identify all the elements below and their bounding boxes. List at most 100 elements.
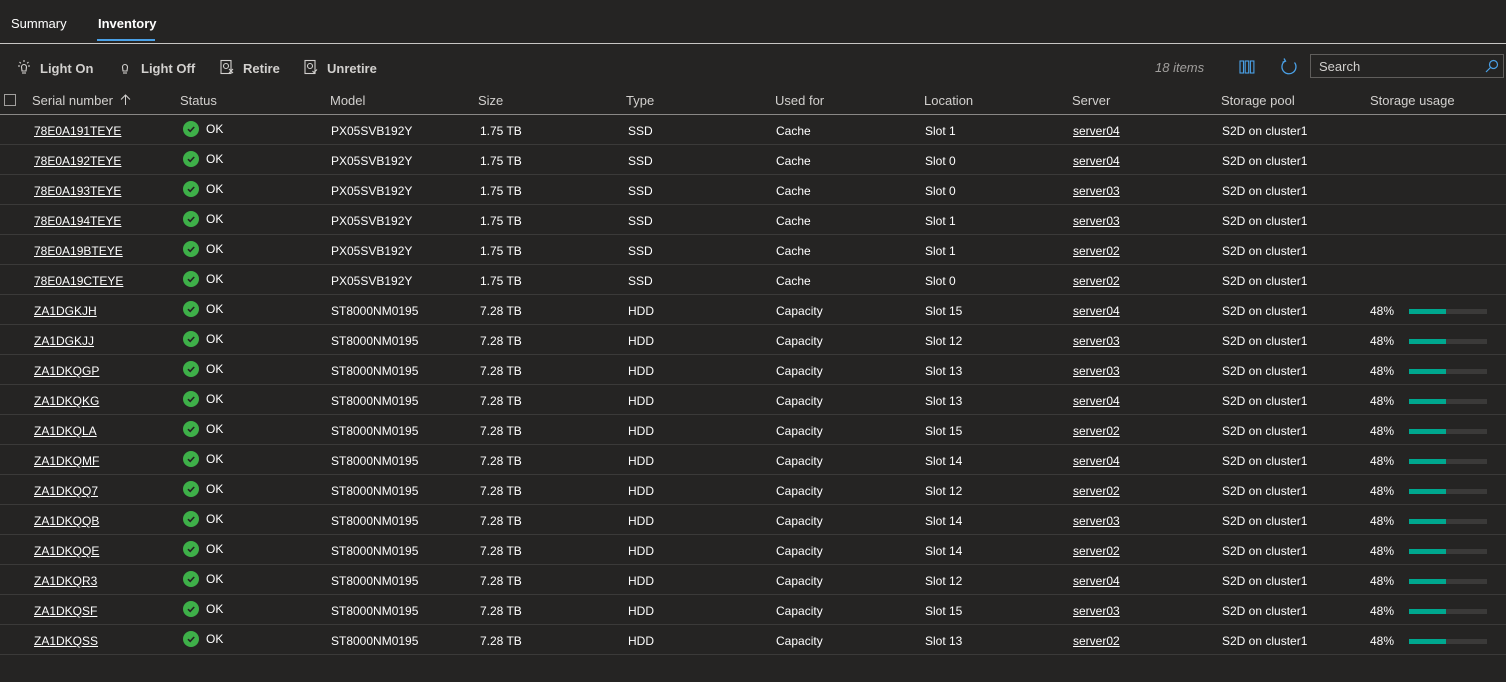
storage-usage-bar-fill — [1409, 309, 1447, 314]
table-row[interactable]: ZA1DKQMF OK ST8000NM0195 7.28 TB HDD Cap… — [0, 445, 1506, 475]
storage-usage-bar — [1409, 639, 1487, 644]
table-row[interactable]: ZA1DGKJH OK ST8000NM0195 7.28 TB HDD Cap… — [0, 295, 1506, 325]
used-for-cell: Cache — [776, 124, 811, 138]
location-cell: Slot 14 — [925, 544, 963, 558]
size-cell: 7.28 TB — [480, 394, 522, 408]
serial-number-link[interactable]: ZA1DKQQ7 — [34, 484, 98, 498]
table-row[interactable]: 78E0A193TEYE OK PX05SVB192Y 1.75 TB SSD … — [0, 175, 1506, 205]
status-label: OK — [206, 572, 224, 586]
serial-number-link[interactable]: ZA1DGKJH — [34, 304, 97, 318]
storage-pool-cell: S2D on cluster1 — [1222, 484, 1308, 498]
serial-number-link[interactable]: 78E0A191TEYE — [34, 124, 121, 138]
columns-icon — [1239, 59, 1255, 77]
server-link[interactable]: server03 — [1073, 604, 1120, 618]
serial-number-link[interactable]: ZA1DKQGP — [34, 364, 99, 378]
server-link[interactable]: server04 — [1073, 454, 1120, 468]
server-link[interactable]: server04 — [1073, 304, 1120, 318]
serial-number-link[interactable]: ZA1DKQQE — [34, 544, 99, 558]
select-all-checkbox[interactable] — [4, 94, 16, 106]
server-link[interactable]: server03 — [1073, 184, 1120, 198]
tab-summary[interactable]: Summary — [11, 16, 67, 31]
light-on-button[interactable]: Light On — [16, 59, 93, 77]
used-for-cell: Cache — [776, 184, 811, 198]
serial-number-link[interactable]: 78E0A194TEYE — [34, 214, 121, 228]
location-cell: Slot 1 — [925, 244, 956, 258]
column-header-size[interactable]: Size — [478, 93, 503, 108]
column-header-model[interactable]: Model — [330, 93, 365, 108]
serial-number-link[interactable]: 78E0A193TEYE — [34, 184, 121, 198]
used-for-cell: Capacity — [776, 514, 823, 528]
table-row[interactable]: 78E0A19BTEYE OK PX05SVB192Y 1.75 TB SSD … — [0, 235, 1506, 265]
table-row[interactable]: ZA1DKQLA OK ST8000NM0195 7.28 TB HDD Cap… — [0, 415, 1506, 445]
status-cell: OK — [183, 241, 223, 257]
serial-number-link[interactable]: ZA1DKQQB — [34, 514, 99, 528]
light-off-button[interactable]: Light Off — [117, 59, 195, 77]
column-header-type[interactable]: Type — [626, 93, 654, 108]
size-cell: 7.28 TB — [480, 574, 522, 588]
status-cell: OK — [183, 181, 223, 197]
storage-usage-bar — [1409, 549, 1487, 554]
column-picker-button[interactable] — [1236, 57, 1258, 79]
column-header-status[interactable]: Status — [180, 93, 217, 108]
serial-number-link[interactable]: ZA1DKQSF — [34, 604, 97, 618]
server-link[interactable]: server03 — [1073, 214, 1120, 228]
serial-number-link[interactable]: ZA1DKQR3 — [34, 574, 97, 588]
type-cell: HDD — [628, 334, 654, 348]
server-link[interactable]: server04 — [1073, 154, 1120, 168]
storage-usage-value: 48% — [1370, 394, 1395, 408]
table-row[interactable]: 78E0A194TEYE OK PX05SVB192Y 1.75 TB SSD … — [0, 205, 1506, 235]
storage-usage-bar — [1409, 429, 1487, 434]
column-header-storage-usage[interactable]: Storage usage — [1370, 93, 1455, 108]
table-row[interactable]: ZA1DKQGP OK ST8000NM0195 7.28 TB HDD Cap… — [0, 355, 1506, 385]
serial-number-link[interactable]: 78E0A192TEYE — [34, 154, 121, 168]
server-link[interactable]: server04 — [1073, 394, 1120, 408]
table-row[interactable]: ZA1DKQR3 OK ST8000NM0195 7.28 TB HDD Cap… — [0, 565, 1506, 595]
storage-usage-bar — [1409, 369, 1487, 374]
size-cell: 1.75 TB — [480, 124, 522, 138]
table-row[interactable]: ZA1DKQKG OK ST8000NM0195 7.28 TB HDD Cap… — [0, 385, 1506, 415]
unretire-button[interactable]: Unretire — [303, 59, 377, 77]
server-link[interactable]: server04 — [1073, 124, 1120, 138]
storage-usage-value: 48% — [1370, 604, 1395, 618]
serial-number-link[interactable]: ZA1DKQKG — [34, 394, 99, 408]
column-header-location[interactable]: Location — [924, 93, 973, 108]
server-link[interactable]: server02 — [1073, 244, 1120, 258]
storage-usage-value: 48% — [1370, 454, 1395, 468]
table-row[interactable]: 78E0A192TEYE OK PX05SVB192Y 1.75 TB SSD … — [0, 145, 1506, 175]
column-header-used-for[interactable]: Used for — [775, 93, 824, 108]
table-row[interactable]: ZA1DGKJJ OK ST8000NM0195 7.28 TB HDD Cap… — [0, 325, 1506, 355]
table-row[interactable]: ZA1DKQSS OK ST8000NM0195 7.28 TB HDD Cap… — [0, 625, 1506, 655]
table-row[interactable]: 78E0A19CTEYE OK PX05SVB192Y 1.75 TB SSD … — [0, 265, 1506, 295]
column-header-serial[interactable]: Serial number — [32, 93, 131, 108]
serial-number-link[interactable]: ZA1DGKJJ — [34, 334, 94, 348]
retire-button[interactable]: Retire — [219, 59, 280, 77]
server-link[interactable]: server03 — [1073, 364, 1120, 378]
storage-usage-bar-fill — [1409, 459, 1447, 464]
search-input[interactable] — [1319, 57, 1479, 75]
search-icon[interactable] — [1485, 59, 1499, 76]
tab-inventory[interactable]: Inventory — [98, 16, 157, 31]
column-header-storage-pool[interactable]: Storage pool — [1221, 93, 1295, 108]
server-link[interactable]: server02 — [1073, 274, 1120, 288]
table-row[interactable]: ZA1DKQQ7 OK ST8000NM0195 7.28 TB HDD Cap… — [0, 475, 1506, 505]
table-row[interactable]: ZA1DKQQE OK ST8000NM0195 7.28 TB HDD Cap… — [0, 535, 1506, 565]
table-row[interactable]: ZA1DKQSF OK ST8000NM0195 7.28 TB HDD Cap… — [0, 595, 1506, 625]
server-link[interactable]: server03 — [1073, 334, 1120, 348]
table-row[interactable]: ZA1DKQQB OK ST8000NM0195 7.28 TB HDD Cap… — [0, 505, 1506, 535]
serial-number-link[interactable]: 78E0A19CTEYE — [34, 274, 123, 288]
refresh-button[interactable] — [1278, 57, 1300, 79]
server-link[interactable]: server02 — [1073, 484, 1120, 498]
serial-number-link[interactable]: ZA1DKQSS — [34, 634, 98, 648]
serial-number-link[interactable]: ZA1DKQMF — [34, 454, 99, 468]
server-link[interactable]: server03 — [1073, 514, 1120, 528]
server-link[interactable]: server04 — [1073, 574, 1120, 588]
server-link[interactable]: server02 — [1073, 544, 1120, 558]
server-link[interactable]: server02 — [1073, 634, 1120, 648]
column-header-server[interactable]: Server — [1072, 93, 1110, 108]
ok-check-icon — [183, 541, 199, 557]
location-cell: Slot 12 — [925, 334, 963, 348]
serial-number-link[interactable]: 78E0A19BTEYE — [34, 244, 123, 258]
server-link[interactable]: server02 — [1073, 424, 1120, 438]
serial-number-link[interactable]: ZA1DKQLA — [34, 424, 97, 438]
table-row[interactable]: 78E0A191TEYE OK PX05SVB192Y 1.75 TB SSD … — [0, 115, 1506, 145]
